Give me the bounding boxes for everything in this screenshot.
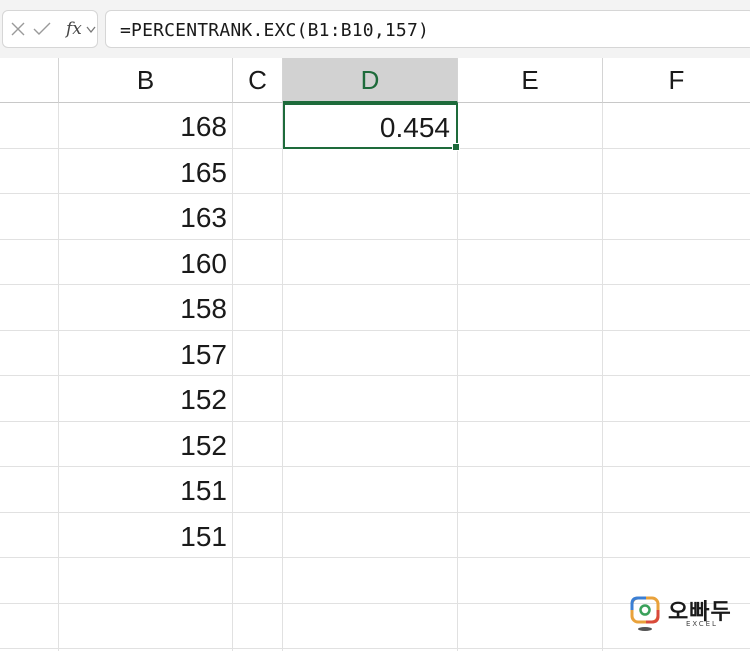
gridline (282, 103, 283, 651)
formula-bar-controls: fx (2, 10, 98, 48)
spreadsheet-window: fx =PERCENTRANK.EXC(B1:B10,157) B C D E … (0, 0, 750, 651)
formula-input[interactable]: =PERCENTRANK.EXC(B1:B10,157) (105, 10, 750, 48)
formula-text: =PERCENTRANK.EXC(B1:B10,157) (120, 20, 430, 41)
column-header-c[interactable]: C (233, 58, 283, 103)
column-header-a[interactable] (0, 58, 59, 103)
logo-icon (630, 596, 660, 631)
cell-b10[interactable]: 151 (59, 513, 233, 558)
cell-b3[interactable]: 163 (59, 194, 233, 239)
cell-b6[interactable]: 157 (59, 331, 233, 376)
cancel-icon[interactable] (11, 22, 25, 36)
confirm-icon[interactable] (33, 22, 51, 36)
column-header-e[interactable]: E (458, 58, 603, 103)
active-cell-d1[interactable]: 0.454 (283, 103, 460, 151)
column-header-f[interactable]: F (603, 58, 750, 103)
brand-logo: 오빠두 EXCEL (630, 594, 740, 634)
column-header-d[interactable]: D (283, 58, 458, 103)
logo-subtitle: EXCEL (686, 620, 718, 628)
cell-b9[interactable]: 151 (59, 467, 233, 512)
insert-function-button[interactable]: fx (66, 19, 82, 39)
cell-d1-value: 0.454 (379, 112, 450, 143)
formula-bar: fx =PERCENTRANK.EXC(B1:B10,157) (0, 0, 750, 58)
cell-b5[interactable]: 158 (59, 285, 233, 330)
chevron-down-icon[interactable] (86, 26, 96, 34)
gridline (457, 103, 458, 651)
cell-b7[interactable]: 152 (59, 376, 233, 421)
cell-b8[interactable]: 152 (59, 422, 233, 467)
column-header-b[interactable]: B (59, 58, 233, 103)
cell-b4[interactable]: 160 (59, 240, 233, 285)
fill-handle[interactable] (452, 143, 460, 151)
cell-b1[interactable]: 168 (59, 103, 233, 148)
gridline (602, 103, 603, 651)
cell-b2[interactable]: 165 (59, 149, 233, 194)
gridline (0, 648, 750, 649)
